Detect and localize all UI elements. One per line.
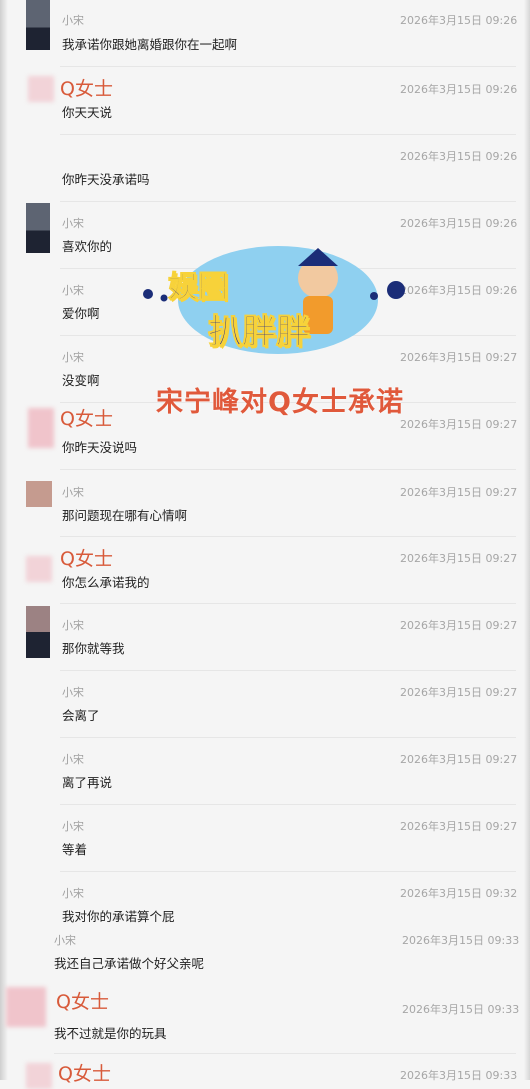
row-divider <box>60 66 516 67</box>
message-time: 2026年3月15日 09:26 <box>400 150 518 163</box>
watermark-title: 宋宁峰对Q女士承诺 <box>156 387 404 418</box>
sender-name: 小宋 <box>62 351 84 364</box>
sender-name: 小宋 <box>62 619 84 632</box>
message-text[interactable]: 我还自己承诺做个好父亲呢 <box>54 953 204 972</box>
sender-name: 小宋 <box>62 753 84 766</box>
message-row[interactable]: 2026年3月15日 09:26 你昨天没承诺吗 <box>0 134 530 201</box>
avatar[interactable] <box>28 76 54 102</box>
row-divider <box>60 737 516 738</box>
message-text[interactable]: 我对你的承诺算个屁 <box>62 906 175 925</box>
message-row[interactable]: 小宋 2026年3月15日 09:26 我承诺你跟她离婚跟你在一起啊 <box>0 0 530 66</box>
row-divider <box>60 804 516 805</box>
message-row[interactable]: 小宋 2026年3月15日 09:27 等着 <box>0 804 530 871</box>
row-divider <box>60 603 516 604</box>
message-time: 2026年3月15日 09:33 <box>402 1003 520 1016</box>
message-time: 2026年3月15日 09:26 <box>400 217 518 230</box>
message-time: 2026年3月15日 09:27 <box>400 753 518 766</box>
sender-name: 小宋 <box>62 486 84 499</box>
avatar[interactable] <box>26 481 52 507</box>
message-text[interactable]: 离了再说 <box>62 772 112 791</box>
message-row[interactable]: Q女士 2026年3月15日 09:27 你怎么承诺我的 <box>0 536 530 603</box>
message-time: 2026年3月15日 09:27 <box>400 820 518 833</box>
watermark-logo-line2: 扒胖胖 <box>208 312 311 353</box>
avatar[interactable] <box>26 606 50 658</box>
sender-name: Q女士 <box>60 408 113 430</box>
row-divider <box>60 469 516 470</box>
message-time: 2026年3月15日 09:26 <box>400 14 518 27</box>
message-text[interactable]: 你昨天没说吗 <box>62 437 137 456</box>
sender-name: 小宋 <box>62 820 84 833</box>
message-text[interactable]: 我不过就是你的玩具 <box>54 1023 167 1042</box>
message-row[interactable]: 小宋 2026年3月15日 09:27 那你就等我 <box>0 603 530 670</box>
message-row[interactable]: 小宋 2026年3月15日 09:27 那问题现在哪有心情啊 <box>0 469 530 536</box>
sender-name: Q女士 <box>60 548 113 570</box>
avatar[interactable] <box>26 1063 52 1089</box>
sender-name: 小宋 <box>62 887 84 900</box>
message-text[interactable]: 你怎么承诺我的 <box>62 572 150 591</box>
message-time: 2026年3月15日 09:27 <box>400 619 518 632</box>
message-row[interactable]: 小宋 2026年3月15日 09:27 离了再说 <box>0 737 530 804</box>
avatar[interactable] <box>28 408 54 448</box>
message-text[interactable]: 爱你啊 <box>62 303 100 322</box>
message-time: 2026年3月15日 09:27 <box>400 686 518 699</box>
row-divider <box>60 201 516 202</box>
sender-name: Q女士 <box>58 1063 111 1085</box>
message-time: 2026年3月15日 09:32 <box>400 887 518 900</box>
message-row[interactable]: Q女士 2026年3月15日 09:26 你天天说 <box>0 66 530 134</box>
message-text[interactable]: 喜欢你的 <box>62 236 112 255</box>
message-text[interactable]: 会离了 <box>62 705 100 724</box>
message-row[interactable]: 小宋 2026年3月15日 09:27 会离了 <box>0 670 530 737</box>
sender-name: Q女士 <box>56 991 109 1013</box>
sender-name: 小宋 <box>62 284 84 297</box>
row-divider <box>60 670 516 671</box>
message-row[interactable]: Q女士 2026年3月15日 09:33 <box>0 1053 530 1089</box>
avatar[interactable] <box>26 0 50 50</box>
sender-name: 小宋 <box>54 934 76 947</box>
message-text[interactable]: 没变啊 <box>62 370 100 389</box>
row-divider <box>60 871 516 872</box>
message-text[interactable]: 那问题现在哪有心情啊 <box>62 505 187 524</box>
sender-name: 小宋 <box>62 14 84 27</box>
message-text[interactable]: 我承诺你跟她离婚跟你在一起啊 <box>62 34 237 53</box>
message-time: 2026年3月15日 09:33 <box>402 934 520 947</box>
avatar[interactable] <box>26 203 50 253</box>
message-time: 2026年3月15日 09:27 <box>400 486 518 499</box>
message-time: 2026年3月15日 09:27 <box>400 552 518 565</box>
sender-name: 小宋 <box>62 217 84 230</box>
avatar[interactable] <box>6 987 46 1027</box>
avatar[interactable] <box>26 556 52 582</box>
row-divider <box>60 134 516 135</box>
message-text[interactable]: 那你就等我 <box>62 638 125 657</box>
sender-name: Q女士 <box>60 78 113 100</box>
message-row[interactable]: Q女士 2026年3月15日 09:33 我不过就是你的玩具 <box>0 983 530 1053</box>
message-time: 2026年3月15日 09:26 <box>400 83 518 96</box>
message-row[interactable]: 小宋 2026年3月15日 09:33 我还自己承诺做个好父亲呢 <box>0 929 530 983</box>
message-text[interactable]: 你天天说 <box>62 102 112 121</box>
message-text[interactable]: 你昨天没承诺吗 <box>62 169 150 188</box>
row-divider <box>60 536 516 537</box>
row-divider <box>54 1053 516 1054</box>
sender-name: 小宋 <box>62 686 84 699</box>
watermark-logo-line1: 娱圈 <box>168 270 229 306</box>
message-text[interactable]: 等着 <box>62 839 87 858</box>
message-row[interactable]: 小宋 2026年3月15日 09:32 我对你的承诺算个屁 <box>0 871 530 929</box>
message-time: 2026年3月15日 09:33 <box>400 1069 518 1082</box>
watermark-logo: 娱圈 扒胖胖 <box>138 238 418 368</box>
chat-history-window: 小宋 2026年3月15日 09:26 我承诺你跟她离婚跟你在一起啊 Q女士 2… <box>0 0 530 1089</box>
